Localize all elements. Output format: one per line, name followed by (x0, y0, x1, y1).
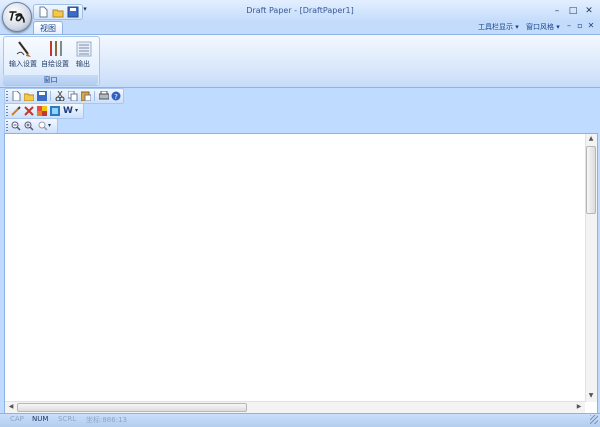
print-icon[interactable] (98, 90, 110, 101)
font-dropdown-icon[interactable]: ▾ (75, 106, 85, 116)
status-num: NUM (32, 415, 49, 423)
paste-icon[interactable] (80, 91, 92, 102)
pen-input-icon (16, 41, 31, 57)
pencils-icon (50, 41, 62, 56)
zoom-dropdown-icon[interactable]: ▾ (48, 121, 58, 131)
window-title: Draft Paper - [DraftPaper1] (246, 6, 354, 15)
scroll-right-button[interactable]: ▶ (574, 402, 584, 412)
copy-icon[interactable] (67, 90, 78, 102)
output-lines-icon (76, 41, 92, 57)
zoom-out-icon[interactable] (11, 121, 21, 131)
toolbar-grip[interactable] (6, 106, 8, 116)
resize-grip-icon[interactable] (590, 415, 598, 424)
brush-icon[interactable] (11, 106, 21, 116)
zoom-icon[interactable] (38, 121, 48, 131)
color-grid-icon[interactable] (37, 106, 47, 116)
cut-icon[interactable] (55, 90, 65, 102)
save-icon[interactable] (37, 91, 47, 101)
open-icon[interactable] (23, 91, 35, 102)
minimize-button[interactable]: – (550, 5, 564, 17)
toolbar-display-menu[interactable]: 工具栏显示 ▾ (478, 22, 519, 32)
scroll-left-button[interactable]: ◀ (6, 402, 16, 412)
close-button[interactable]: ✕ (582, 5, 596, 17)
separator (50, 91, 51, 101)
toolbar-grip[interactable] (6, 121, 8, 131)
standard-toolbar: ? (4, 88, 124, 104)
scroll-down-button[interactable]: ▼ (586, 391, 596, 401)
format-toolbar: W ▾ (4, 103, 84, 119)
zoom-in-icon[interactable] (24, 121, 34, 131)
app-menu-button[interactable] (2, 2, 32, 32)
separator (94, 91, 95, 101)
status-scrl: SCRL (58, 415, 77, 423)
zoom-toolbar: ▾ (4, 118, 58, 134)
font-button[interactable]: W (63, 106, 73, 116)
scroll-up-button[interactable]: ▲ (586, 134, 596, 144)
maximize-button[interactable]: □ (566, 5, 580, 17)
layout-icon[interactable] (50, 106, 60, 116)
ribbon-group-label: 窗口 (3, 75, 98, 85)
mdi-close-button[interactable]: ✕ (586, 21, 596, 31)
window-style-menu[interactable]: 窗口风格 ▾ (526, 22, 560, 32)
tools-icon[interactable] (24, 106, 34, 116)
app-logo-icon (9, 11, 25, 23)
input-settings-button[interactable]: 输入设置 (8, 38, 38, 72)
mdi-restore-button[interactable]: ▫ (575, 21, 585, 31)
output-button[interactable]: 输出 (68, 38, 98, 72)
help-icon[interactable]: ? (111, 91, 121, 101)
document-canvas[interactable] (4, 133, 598, 414)
horizontal-scroll-thumb[interactable] (17, 403, 247, 412)
mdi-minimize-button[interactable]: – (564, 21, 574, 31)
toolbar-grip[interactable] (6, 91, 8, 101)
status-cap: CAP (10, 415, 24, 423)
output-label: 输出 (76, 60, 90, 68)
vertical-scroll-thumb[interactable] (586, 146, 596, 214)
tab-view[interactable]: 视图 (33, 21, 63, 35)
svg-text:?: ? (114, 93, 118, 101)
status-coordinates: 坐标:886:13 (86, 416, 127, 424)
new-icon[interactable] (11, 90, 21, 102)
